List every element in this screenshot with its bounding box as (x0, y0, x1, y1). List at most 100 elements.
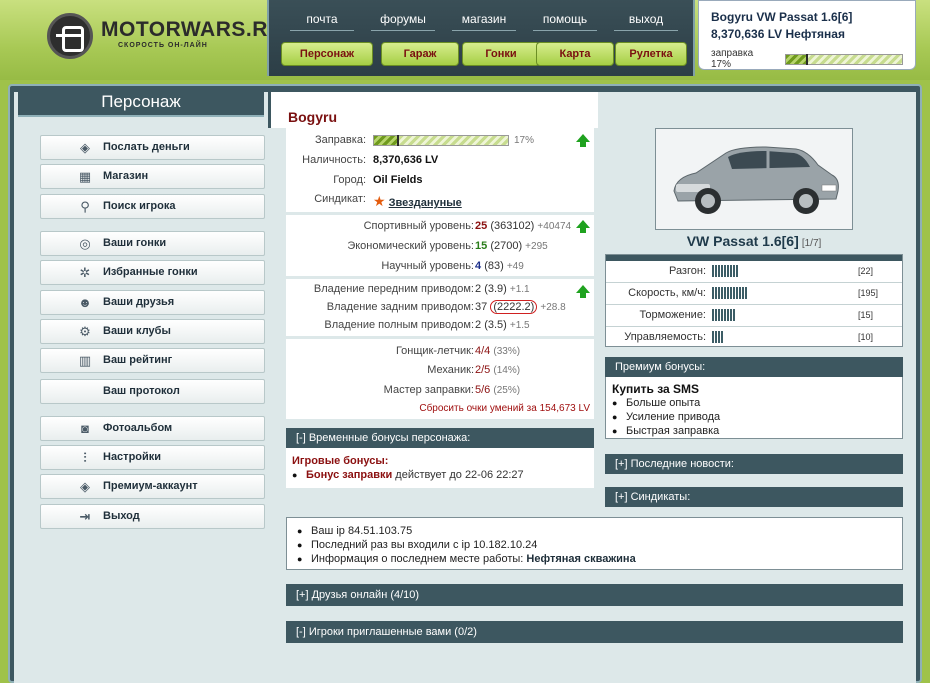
fuel-bonus-name[interactable]: Бонус заправки (306, 469, 392, 481)
nav-roulette-button[interactable]: Рулетка (615, 42, 687, 66)
menu-label: Ваши друзья (103, 296, 175, 308)
car-title: VW Passat 1.6[6] [1/7] (605, 233, 903, 249)
friends-online-header[interactable]: [+] Друзья онлайн (4/10) (286, 584, 903, 606)
nav-map-button[interactable]: Карта (536, 42, 614, 66)
nav-races-button[interactable]: Гонки (462, 42, 540, 66)
sport-up-arrow-icon[interactable] (576, 220, 590, 233)
menu-your-protocol[interactable]: Ваш протокол (40, 379, 265, 404)
nav-character-button[interactable]: Персонаж (281, 42, 373, 66)
ip-info-list: Ваш ip 84.51.103.75 Последний раз вы вхо… (297, 524, 892, 566)
menu-shop[interactable]: ▦ Магазин (40, 164, 265, 189)
fuel-bar-fill (374, 136, 397, 145)
skills-block: Гонщик-летчик: 4/4 (33%) Механик: 2/5 (1… (286, 339, 594, 419)
sci-points: (83) (484, 260, 504, 272)
car-name[interactable]: VW Passat 1.6[6] (687, 233, 799, 249)
character-info-block: Заправка: 17% Наличность: 8,370,636 LV Г… (286, 128, 594, 212)
fuel-master-percent: (25%) (493, 385, 521, 396)
ip-info-box: Ваш ip 84.51.103.75 Последний раз вы вхо… (286, 517, 903, 570)
steering-wheel-icon: ◎ (79, 236, 91, 251)
mech-percent: (14%) (493, 365, 521, 376)
user-car-title: Bogyru VW Passat 1.6[6] (711, 10, 853, 24)
sci-plus: +49 (506, 261, 524, 272)
shop-icon: ▦ (78, 169, 92, 184)
premium-icon: ◈ (80, 479, 90, 494)
fuel-percent: 17% (514, 135, 535, 146)
stat-bar-segment (730, 309, 732, 321)
menu-photo-album[interactable]: ◙ Фотоальбом (40, 416, 265, 441)
stat-bar-segment (721, 265, 723, 277)
latest-news-header[interactable]: [+] Последние новости: (605, 454, 903, 474)
menu-exit[interactable]: ⇥ Выход (40, 504, 265, 529)
fuel-master-label: Мастер заправки: (383, 384, 474, 396)
last-work-label: Информация о последнем месте работы: (311, 553, 527, 565)
stat-label: Управляемость: (624, 331, 706, 343)
car-count: [1/7] (801, 238, 822, 249)
stat-label: Разгон: (668, 265, 706, 277)
awd-plus: +1.5 (509, 320, 530, 331)
menu-send-money[interactable]: ◈ Послать деньги (40, 135, 265, 160)
mech-values: 2/5 (14%) (475, 364, 520, 376)
game-bonus-item: Бонус заправки действует до 22-06 22:27 (292, 468, 588, 482)
temp-bonus-header[interactable]: [-] Временные бонусы персонажа: (286, 428, 594, 448)
premium-item-exp[interactable]: Больше опыта (612, 396, 896, 410)
stat-bar-segment (712, 331, 714, 343)
pilot-values: 4/4 (33%) (475, 345, 520, 357)
menu-label: Настройки (103, 451, 162, 463)
invited-players-header[interactable]: [-] Игроки приглашенные вами (0/2) (286, 621, 903, 643)
user-fuel-row: заправка 17% (711, 48, 903, 70)
stat-bar-segment (730, 287, 732, 299)
sport-level-values: 25 (363102) +40474 (475, 220, 571, 232)
nav-forums-link[interactable]: форумы (364, 12, 442, 31)
nav-mail-link[interactable]: почта (283, 12, 361, 31)
pilot-percent: (33%) (493, 346, 521, 357)
menu-your-races[interactable]: ◎ Ваши гонки (40, 231, 265, 256)
nav-shop-link[interactable]: магазин (445, 12, 523, 31)
sport-plus: +40474 (537, 221, 572, 232)
econ-points: (2700) (490, 240, 523, 252)
settings-icon: ⫶ (83, 450, 87, 465)
menu-your-friends[interactable]: ☻ Ваши друзья (40, 290, 265, 315)
menu-premium-account[interactable]: ◈ Премиум-аккаунт (40, 474, 265, 499)
premium-bonus-header[interactable]: Премиум бонусы: (605, 357, 903, 377)
premium-bonus-body: Купить за SMS Больше опыта Усиление прив… (605, 377, 903, 439)
econ-level: 15 (475, 240, 488, 252)
syndicates-header[interactable]: [+] Синдикаты: (605, 487, 903, 507)
car-image[interactable] (655, 128, 853, 230)
user-summary: Bogyru VW Passat 1.6[6] 8,370,636 LV Неф… (698, 0, 916, 70)
fwd-value: 2 (475, 283, 482, 295)
stat-bars (712, 287, 747, 299)
syndicate-link[interactable]: Звездануные (389, 197, 462, 209)
premium-sms-title: Купить за SMS (612, 382, 700, 396)
nav-garage-button[interactable]: Гараж (381, 42, 459, 66)
nav-help-link[interactable]: помощь (526, 12, 604, 31)
premium-item-drive[interactable]: Усиление привода (612, 410, 896, 424)
stat-bars (712, 309, 735, 321)
syndicate-value[interactable]: ★ Звездануные (373, 193, 462, 210)
sci-level-label: Научный уровень: (381, 260, 474, 272)
stat-bar-segment (736, 287, 738, 299)
reset-skills-link[interactable]: Сбросить очки умений за 154,673 LV (419, 403, 590, 414)
game-bonus-list: Бонус заправки действует до 22-06 22:27 (292, 468, 588, 482)
menu-your-rating[interactable]: ▥ Ваш рейтинг (40, 348, 265, 373)
temp-bonus-body: Игровые бонусы: Бонус заправки действует… (286, 448, 594, 488)
drive-up-arrow-icon[interactable] (576, 285, 590, 298)
menu-label: Избранные гонки (103, 266, 198, 278)
menu-settings[interactable]: ⫶ Настройки (40, 445, 265, 470)
logo-text[interactable]: MOTORWARS.RU (101, 18, 284, 42)
fuel-up-arrow-icon[interactable] (576, 134, 590, 147)
friends-icon: ☻ (78, 295, 92, 310)
mech-label: Механик: (427, 364, 474, 376)
menu-favorite-races[interactable]: ✲ Избранные гонки (40, 260, 265, 285)
favorite-races-icon: ✲ (79, 265, 91, 280)
nav-exit-link[interactable]: выход (607, 12, 685, 31)
stat-bars (712, 265, 738, 277)
stat-bar-segment (727, 265, 729, 277)
menu-label: Ваш протокол (103, 385, 180, 397)
city-value[interactable]: Oil Fields (373, 174, 423, 186)
user-fuel-marker (805, 53, 808, 65)
menu-your-clubs[interactable]: ⚙ Ваши клубы (40, 319, 265, 344)
menu-search-player[interactable]: ⚲ Поиск игрока (40, 194, 265, 219)
last-work-place[interactable]: Нефтяная скважина (526, 553, 635, 565)
premium-item-fuel[interactable]: Быстрая заправка (612, 424, 896, 438)
city-label: Город: (333, 174, 366, 186)
